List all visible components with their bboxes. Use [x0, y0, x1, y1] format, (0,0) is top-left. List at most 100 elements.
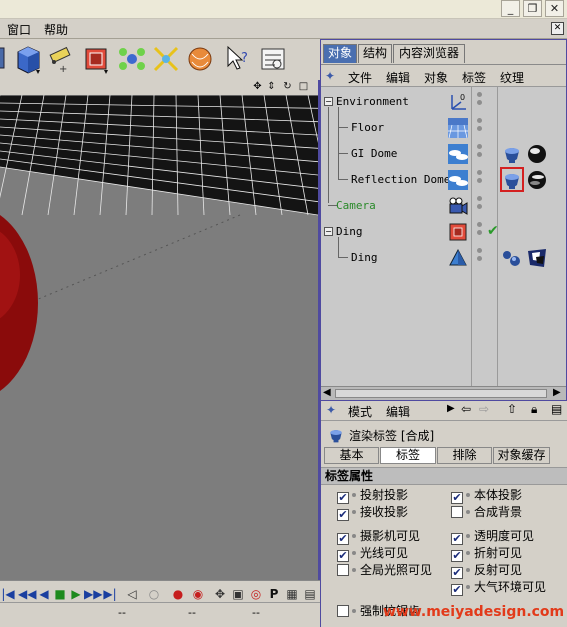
render-settings-icon[interactable] — [257, 42, 289, 76]
object-name[interactable]: Reflection Dome — [351, 173, 450, 186]
new-panel-icon[interactable]: ▤ — [551, 402, 562, 416]
option-seen-by-atmosphere[interactable]: ✔ 大气环境可见 — [451, 580, 546, 596]
checkbox[interactable] — [337, 564, 349, 576]
tab-basic[interactable]: 基本 — [324, 447, 379, 464]
phong-tag-icon[interactable] — [501, 247, 523, 269]
tab-structure[interactable]: 结构 — [358, 44, 392, 63]
scale-key-icon[interactable]: ▣ — [230, 586, 246, 602]
object-name[interactable]: Ding — [336, 225, 363, 238]
checkbox[interactable]: ✔ — [451, 492, 463, 504]
anim-dot[interactable] — [466, 493, 470, 497]
anim-dot[interactable] — [352, 551, 356, 555]
enabled-checkmark-icon[interactable]: ✔ — [487, 223, 499, 239]
nurbs-icon[interactable] — [80, 42, 112, 76]
checkbox[interactable]: ✔ — [451, 567, 463, 579]
menu-mode[interactable]: 模式 — [348, 403, 372, 420]
render-tag-icon[interactable] — [501, 143, 523, 165]
pin-icon[interactable]: ✦ — [325, 69, 335, 83]
object-row-floor[interactable]: Floor — [321, 115, 566, 141]
scrollbar-thumb[interactable] — [335, 389, 547, 398]
visibility-dots[interactable] — [477, 118, 483, 134]
play-button[interactable]: ▶ — [68, 586, 84, 602]
checkbox[interactable] — [337, 605, 349, 617]
checkbox[interactable]: ✔ — [337, 533, 349, 545]
record-off-icon[interactable]: ○ — [146, 586, 162, 602]
option-seen-by-rays[interactable]: ✔ 光线可见 — [337, 546, 408, 562]
option-cast-shadow[interactable]: ✔ 投射投影 — [337, 488, 408, 504]
bend-icon[interactable] — [184, 42, 216, 76]
viewport[interactable]: ✥ ⇕ ↻ □ — [0, 80, 320, 580]
visibility-dots[interactable] — [477, 222, 483, 238]
checkbox[interactable]: ✔ — [451, 533, 463, 545]
menu-file[interactable]: 文件 — [348, 69, 372, 86]
stop-button[interactable]: ■ — [52, 586, 68, 602]
anim-dot[interactable] — [466, 585, 470, 589]
rotate-key-icon[interactable]: ◎ — [248, 586, 264, 602]
menu-edit[interactable]: 编辑 — [386, 403, 410, 420]
visibility-dots[interactable] — [477, 170, 483, 186]
checkbox[interactable]: ✔ — [451, 550, 463, 562]
collapse-toggle[interactable]: − — [324, 227, 333, 236]
object-row-camera[interactable]: Camera — [321, 193, 566, 219]
spline-pen-icon[interactable]: + — [45, 42, 77, 76]
anim-dot[interactable] — [466, 551, 470, 555]
restore-button[interactable]: ❐ — [523, 0, 542, 17]
go-end-button[interactable]: ▶| — [102, 586, 118, 602]
anim-dot[interactable] — [466, 510, 470, 514]
option-compositing-background[interactable]: 合成背景 — [451, 505, 522, 521]
play-back-button[interactable]: ◀ — [36, 586, 52, 602]
toggle-view-icon[interactable]: □ — [298, 81, 309, 93]
point-key-icon[interactable]: ▦ — [284, 586, 300, 602]
menu-edit[interactable]: 编辑 — [386, 69, 410, 86]
option-seen-by-reflection[interactable]: ✔ 反射可见 — [451, 563, 522, 579]
anim-dot[interactable] — [352, 568, 356, 572]
record-icon[interactable]: ● — [170, 586, 186, 602]
menu-object[interactable]: 对象 — [424, 69, 448, 86]
tab-content-browser[interactable]: 内容浏览器 — [393, 44, 465, 63]
collapse-toggle[interactable]: − — [324, 97, 333, 106]
deformer-icon[interactable] — [150, 42, 182, 76]
object-tree[interactable]: − Environment 0 Floor GI Dome Reflection… — [321, 86, 566, 386]
texture-tag-icon[interactable] — [526, 247, 548, 269]
object-name[interactable]: Floor — [351, 121, 384, 134]
object-row-reflection-dome[interactable]: Reflection Dome — [321, 167, 566, 193]
anim-dot[interactable] — [352, 609, 356, 613]
sound-icon[interactable]: ◁ — [124, 586, 140, 602]
option-seen-by-gi[interactable]: 全局光照可见 — [337, 563, 432, 579]
up-arrow-icon[interactable]: ⇧ — [507, 402, 517, 416]
next-key-button[interactable]: ▶▶ — [84, 586, 102, 602]
tab-tag[interactable]: 标签 — [380, 447, 436, 464]
object-row-gi-dome[interactable]: GI Dome — [321, 141, 566, 167]
checkbox[interactable]: ✔ — [337, 509, 349, 521]
object-row-ding-child[interactable]: Ding — [321, 245, 566, 271]
menu-window[interactable]: 窗口 — [7, 21, 31, 38]
horizontal-scrollbar[interactable]: ◀ ▶ — [321, 386, 566, 400]
anim-dot[interactable] — [352, 493, 356, 497]
option-seen-by-refraction[interactable]: ✔ 折射可见 — [451, 546, 522, 562]
checkbox[interactable] — [451, 506, 463, 518]
menu-texture[interactable]: 纹理 — [500, 69, 524, 86]
keyframe-menu-icon[interactable]: ▤ — [302, 586, 318, 602]
object-row-ding[interactable]: − Ding ✔ — [321, 219, 566, 245]
checkbox[interactable]: ✔ — [451, 584, 463, 596]
play-arrow-icon[interactable]: ▶ — [447, 403, 455, 414]
scroll-right-icon[interactable]: ▶ — [553, 387, 561, 398]
visibility-dots[interactable] — [477, 248, 483, 264]
visibility-dots[interactable] — [477, 92, 483, 108]
object-name[interactable]: Ding — [351, 251, 378, 264]
cube-icon[interactable] — [12, 42, 44, 76]
option-seen-by-camera[interactable]: ✔ 摄影机可见 — [337, 529, 420, 545]
back-arrow-icon[interactable]: ⇦ — [461, 402, 471, 416]
scroll-left-icon[interactable]: ◀ — [323, 387, 331, 398]
auto-key-icon[interactable]: ◉ — [190, 586, 206, 602]
viewport-scene[interactable] — [0, 94, 318, 580]
move-key-icon[interactable]: ✥ — [212, 586, 228, 602]
option-self-shadowing[interactable]: ✔ 本体投影 — [451, 488, 522, 504]
object-name[interactable]: GI Dome — [351, 147, 397, 160]
object-name[interactable]: Camera — [336, 199, 376, 212]
checkbox[interactable]: ✔ — [337, 550, 349, 562]
menu-tag[interactable]: 标签 — [462, 69, 486, 86]
visibility-dots[interactable] — [477, 196, 483, 212]
param-key-icon[interactable]: P — [266, 586, 282, 602]
option-seen-by-transparency[interactable]: ✔ 透明度可见 — [451, 529, 534, 545]
